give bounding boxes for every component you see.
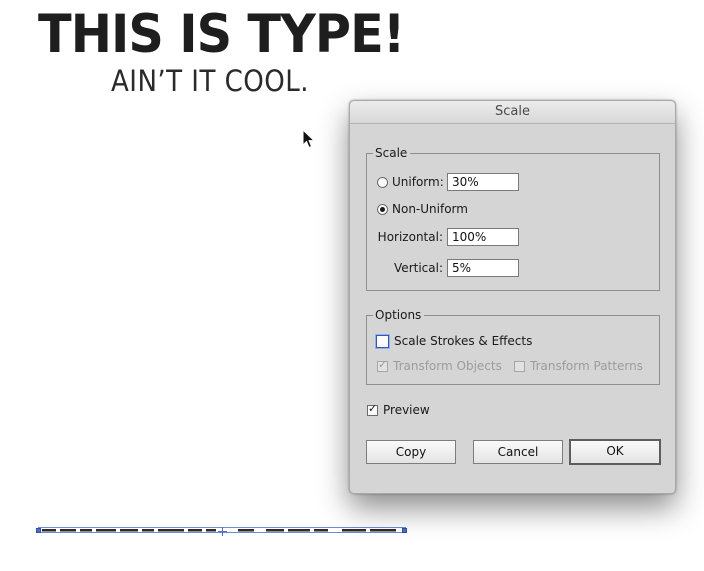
transform-patterns-label: Transform Patterns — [530, 359, 643, 373]
headline-text[interactable]: THIS IS TYPE! — [38, 4, 405, 65]
scale-group-title: Scale — [373, 145, 411, 161]
checkmark-icon: ✓ — [368, 401, 378, 415]
options-group-title: Options — [373, 307, 425, 323]
uniform-label[interactable]: Uniform: — [392, 175, 444, 189]
checkmark-icon: ✓ — [378, 357, 388, 371]
transform-objects-option: ✓ Transform Objects — [377, 357, 502, 375]
selection-handle-right[interactable] — [402, 528, 407, 533]
uniform-option[interactable]: Uniform: — [377, 173, 444, 191]
transform-patterns-option: Transform Patterns — [514, 357, 643, 375]
selection-handle-left[interactable] — [36, 528, 41, 533]
dialog-title[interactable]: Scale — [350, 101, 675, 124]
vertical-input[interactable] — [447, 259, 519, 277]
vertical-label: Vertical: — [394, 261, 443, 275]
scale-dialog: Scale Scale Uniform: Non-Uniform Horizon… — [349, 100, 676, 494]
non-uniform-label[interactable]: Non-Uniform — [392, 202, 468, 216]
subline-text[interactable]: AIN’T IT COOL. — [111, 64, 309, 98]
preview-label[interactable]: Preview — [383, 403, 430, 417]
uniform-radio[interactable] — [377, 176, 388, 188]
non-uniform-radio[interactable] — [377, 203, 388, 215]
copy-button[interactable]: Copy — [366, 440, 456, 464]
scale-strokes-label[interactable]: Scale Strokes & Effects — [394, 334, 532, 348]
center-point-icon — [218, 527, 227, 536]
horizontal-label: Horizontal: — [377, 230, 443, 244]
artboard[interactable]: THIS IS TYPE! AIN’T IT COOL. Scale Scale… — [0, 0, 704, 571]
uniform-input[interactable] — [447, 173, 519, 191]
options-group: Options Scale Strokes & Effects ✓ Transf… — [366, 307, 660, 385]
scale-strokes-option[interactable]: Scale Strokes & Effects — [376, 332, 532, 350]
preview-checkbox[interactable]: ✓ — [367, 401, 378, 416]
cancel-button[interactable]: Cancel — [473, 440, 563, 464]
arrow-pointer-icon — [302, 129, 316, 149]
scale-group: Scale Uniform: Non-Uniform Horizontal: V… — [366, 145, 660, 291]
transform-objects-checkbox: ✓ — [377, 357, 388, 372]
non-uniform-option[interactable]: Non-Uniform — [377, 200, 468, 218]
scale-strokes-checkbox[interactable] — [376, 334, 389, 348]
horizontal-input[interactable] — [447, 228, 519, 246]
preview-option[interactable]: ✓ Preview — [367, 401, 430, 419]
transform-patterns-checkbox — [514, 360, 525, 372]
transform-objects-label: Transform Objects — [393, 359, 502, 373]
ok-button[interactable]: OK — [569, 439, 661, 465]
